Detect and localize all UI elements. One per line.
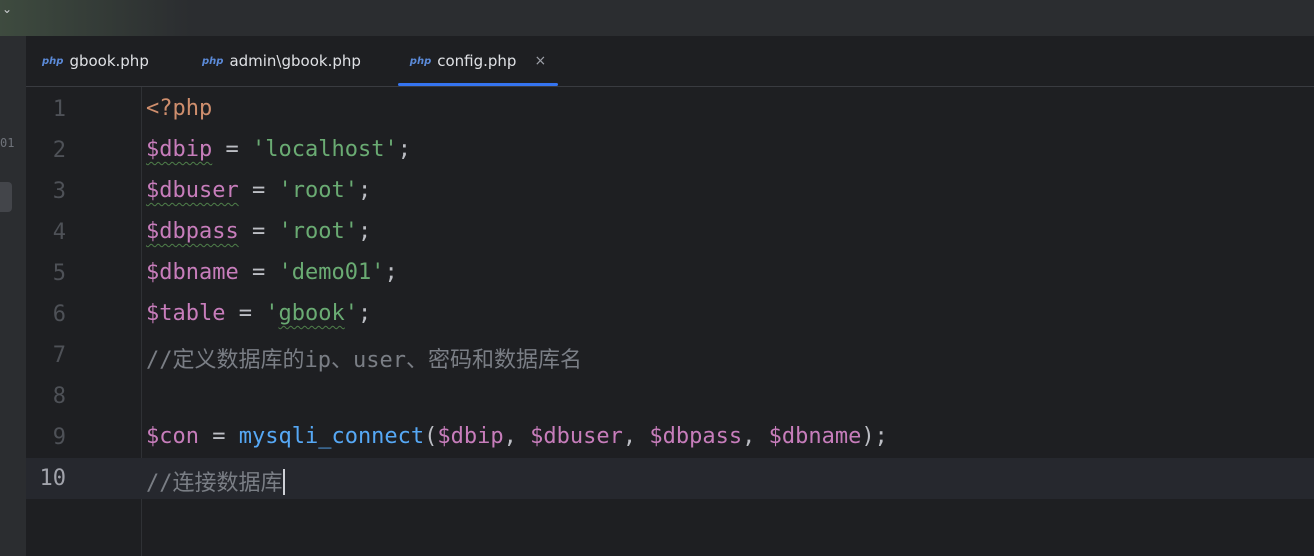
code-token: 'root' [278,219,358,244]
code-line[interactable]: 7 //定义数据库的ip、user、密码和数据库名 [26,335,1314,376]
code-token: ' [344,301,358,326]
php-file-icon: php [409,55,432,67]
code-token: gbook [278,301,345,326]
text-caret [282,469,285,495]
code-token: <?php [146,96,213,121]
code-text[interactable]: //连接数据库 [146,465,285,497]
code-line[interactable]: 6 $table = 'gbook'; [26,294,1314,335]
line-number: 9 [52,425,66,450]
code-token: $dbname [768,424,862,449]
code-token: ; [357,178,372,203]
tab-label: admin\gbook.php [229,52,361,70]
code-token: , [622,424,650,449]
code-token: $dbip [146,137,213,162]
php-file-icon: php [202,55,224,67]
tab-admin-gbook-php[interactable]: php admin\gbook.php [202,36,361,86]
line-number: 5 [52,261,66,286]
code-text[interactable]: $table = 'gbook'; [146,301,371,326]
code-token: 'root' [278,178,358,203]
code-token: = [225,301,266,326]
line-number: 8 [52,384,66,409]
code-token: ; [357,301,372,326]
title-bar-highlight [0,0,190,36]
code-token: mysqli_connect [238,424,425,449]
php-file-icon: php [42,55,64,67]
line-number: 6 [52,302,66,327]
code-line[interactable]: 3 $dbuser = 'root'; [26,171,1314,212]
code-token: ; [397,137,411,162]
active-tab-indicator [398,83,558,86]
line-number: 1 [52,97,66,122]
line-number: 4 [52,220,66,245]
code-token: $dbpass [146,219,239,244]
code-line[interactable]: 8 [26,376,1314,417]
line-number: 3 [52,179,66,204]
code-token: ); [861,424,888,449]
code-token: 'demo01' [278,260,385,285]
code-text[interactable]: $dbname = 'demo01'; [146,260,398,285]
code-text[interactable]: //定义数据库的ip、user、密码和数据库名 [146,342,582,374]
code-token: $dbuser [146,178,239,203]
code-line[interactable]: 1 <?php [26,89,1314,130]
code-line[interactable]: 10 //连接数据库 [26,458,1314,499]
title-bar: ⌄ [0,0,1314,36]
code-line[interactable]: 9 $con = mysqli_connect($dbip, $dbuser, $… [26,417,1314,458]
editor-tab-bar: php gbook.php php admin\gbook.php php co… [26,36,1314,87]
code-token: //连接数据库 [146,471,283,496]
code-token: $dbname [146,260,239,285]
code-line[interactable]: 4 $dbpass = 'root'; [26,212,1314,253]
code-token: $dbuser [530,424,623,449]
code-line[interactable]: 5 $dbname = 'demo01'; [26,253,1314,294]
partial-line-number: 01 [0,136,15,150]
code-token: = [198,424,239,449]
code-token: $table [146,301,226,326]
code-token: = [238,219,279,244]
code-text[interactable]: $dbip = 'localhost'; [146,137,411,162]
code-token: //定义数据库的ip、user、密码和数据库名 [146,348,582,373]
code-token: $dbpass [649,424,743,449]
code-token: ; [384,260,398,285]
tab-label: gbook.php [69,52,149,70]
code-token: = [238,260,279,285]
code-text[interactable]: $dbuser = 'root'; [146,178,371,203]
code-line[interactable]: 2 $dbip = 'localhost'; [26,130,1314,171]
code-token: $con [146,424,199,449]
code-token: 'localhost' [251,137,398,162]
tool-window-strip: 01 [0,36,26,556]
tab-config-php[interactable]: php config.php × [398,36,558,86]
code-token: , [503,424,531,449]
tab-gbook-php[interactable]: php gbook.php [42,36,149,86]
code-text[interactable]: $dbpass = 'root'; [146,219,371,244]
code-token: $dbip [437,424,504,449]
tool-window-handle[interactable] [0,182,12,212]
tab-label: config.php [437,52,517,70]
close-icon[interactable]: × [534,53,546,69]
code-token: , [742,424,769,449]
line-number: 2 [52,138,66,163]
code-token: = [238,178,279,203]
code-token: ' [265,301,279,326]
chevron-down-icon[interactable]: ⌄ [2,2,12,16]
code-text[interactable]: $con = mysqli_connect($dbip, $dbuser, $d… [146,424,888,449]
line-number: 7 [52,343,66,368]
line-number: 10 [39,466,67,491]
code-text[interactable]: <?php [146,96,212,121]
code-editor[interactable]: 1 <?php 2 $dbip = 'localhost'; 3 $dbuser = 'r… [26,87,1314,556]
code-token: = [212,137,252,162]
code-token: ; [357,219,372,244]
code-token: ( [424,424,438,449]
